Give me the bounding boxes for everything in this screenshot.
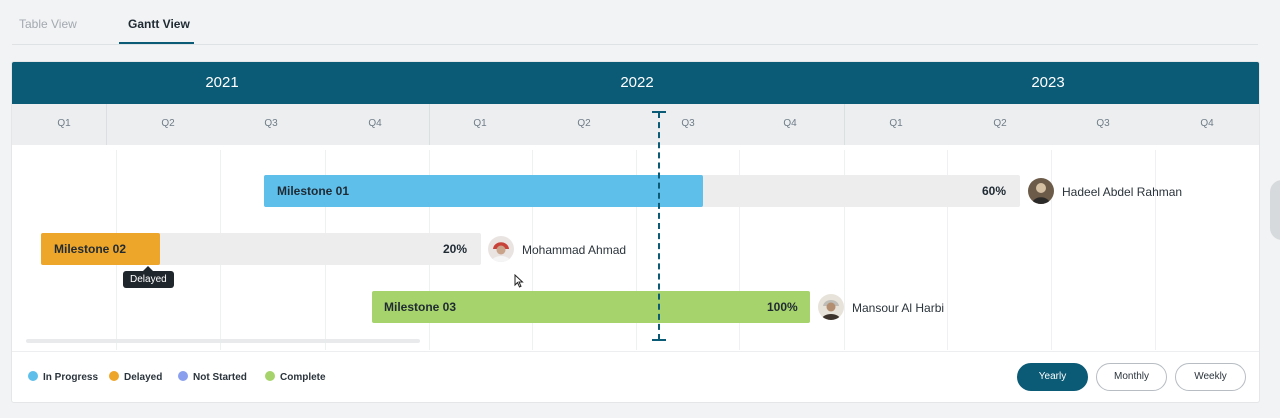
user-avatar-icon <box>488 236 514 262</box>
quarter-label: Q4 <box>368 118 382 129</box>
milestone-bar-03[interactable]: Milestone 03 <box>372 291 810 323</box>
legend-divider <box>12 351 1259 352</box>
year-label: 2022 <box>620 74 654 91</box>
today-marker-line[interactable] <box>658 112 660 340</box>
view-tabs: Table View Gantt View <box>0 0 1280 46</box>
avatar[interactable] <box>488 236 514 262</box>
milestone-bar-02[interactable]: Milestone 02 <box>41 233 160 265</box>
legend-item-not-started: Not Started <box>178 371 247 383</box>
milestone-owner: Mohammad Ahmad <box>522 243 627 257</box>
legend-item-complete: Complete <box>265 371 326 383</box>
not-started-dot-icon <box>178 371 188 381</box>
quarter-label: Q1 <box>473 118 487 129</box>
avatar[interactable] <box>1028 178 1054 204</box>
milestone-name: Milestone 01 <box>277 184 350 198</box>
grid-line <box>1155 150 1156 350</box>
milestone-owner: Hadeel Abdel Rahman <box>1062 185 1183 199</box>
mouse-cursor-icon <box>514 274 524 288</box>
legend-item-delayed: Delayed <box>109 371 162 383</box>
milestone-name: Milestone 03 <box>384 300 457 314</box>
milestone-owner: Mansour Al Harbi <box>852 301 945 315</box>
avatar[interactable] <box>818 294 844 320</box>
milestone-progress: 100% <box>767 300 798 314</box>
user-avatar-icon <box>818 294 844 320</box>
status-tooltip: Delayed <box>123 266 174 288</box>
legend-item-in-progress: In Progress <box>28 371 98 383</box>
quarter-divider <box>106 104 107 145</box>
today-marker-cap-bottom <box>652 339 666 341</box>
side-panel-handle[interactable] <box>1270 180 1280 240</box>
weekly-view-button[interactable]: Weekly <box>1175 363 1246 391</box>
quarter-label: Q1 <box>889 118 903 129</box>
delayed-dot-icon <box>109 371 119 381</box>
milestone-bar-01[interactable]: Milestone 01 <box>264 175 703 207</box>
milestone-progress: 60% <box>982 184 1007 198</box>
milestone-name: Milestone 02 <box>54 242 127 256</box>
quarter-header: Q1 Q2 Q3 Q4 Q1 Q2 Q3 Q4 Q1 Q2 Q3 Q4 <box>12 104 1259 145</box>
quarter-label: Q3 <box>681 118 695 129</box>
quarter-label: Q4 <box>1200 118 1214 129</box>
monthly-view-button[interactable]: Monthly <box>1096 363 1167 391</box>
quarter-label: Q2 <box>161 118 175 129</box>
legend-label: Not Started <box>193 372 247 383</box>
quarter-label: Q4 <box>783 118 797 129</box>
quarter-label: Q3 <box>1096 118 1110 129</box>
quarter-divider <box>844 104 845 145</box>
grid-line <box>1051 150 1052 350</box>
legend-label: Complete <box>280 372 326 383</box>
milestone-progress: 20% <box>443 242 468 256</box>
tabs-divider <box>12 44 1258 45</box>
year-label: 2023 <box>1031 74 1065 91</box>
year-label: 2021 <box>205 74 239 91</box>
legend-label: In Progress <box>43 372 99 383</box>
quarter-label: Q2 <box>993 118 1007 129</box>
quarter-label: Q1 <box>57 118 71 129</box>
quarter-label: Q3 <box>264 118 278 129</box>
quarter-divider <box>429 104 430 145</box>
tab-table-view[interactable]: Table View <box>19 17 77 31</box>
gantt-chart: 2021 2022 2023 Q1 Q2 Q3 Q4 Q1 Q2 Q3 Q4 Q… <box>11 61 1260 403</box>
in-progress-dot-icon <box>28 371 38 381</box>
legend-label: Delayed <box>124 372 163 383</box>
year-header: 2021 2022 2023 <box>12 62 1259 104</box>
horizontal-scrollbar[interactable] <box>26 339 420 343</box>
complete-dot-icon <box>265 371 275 381</box>
quarter-label: Q2 <box>577 118 591 129</box>
user-avatar-icon <box>1028 178 1054 204</box>
tab-gantt-view[interactable]: Gantt View <box>128 17 190 31</box>
yearly-view-button[interactable]: Yearly <box>1017 363 1088 391</box>
